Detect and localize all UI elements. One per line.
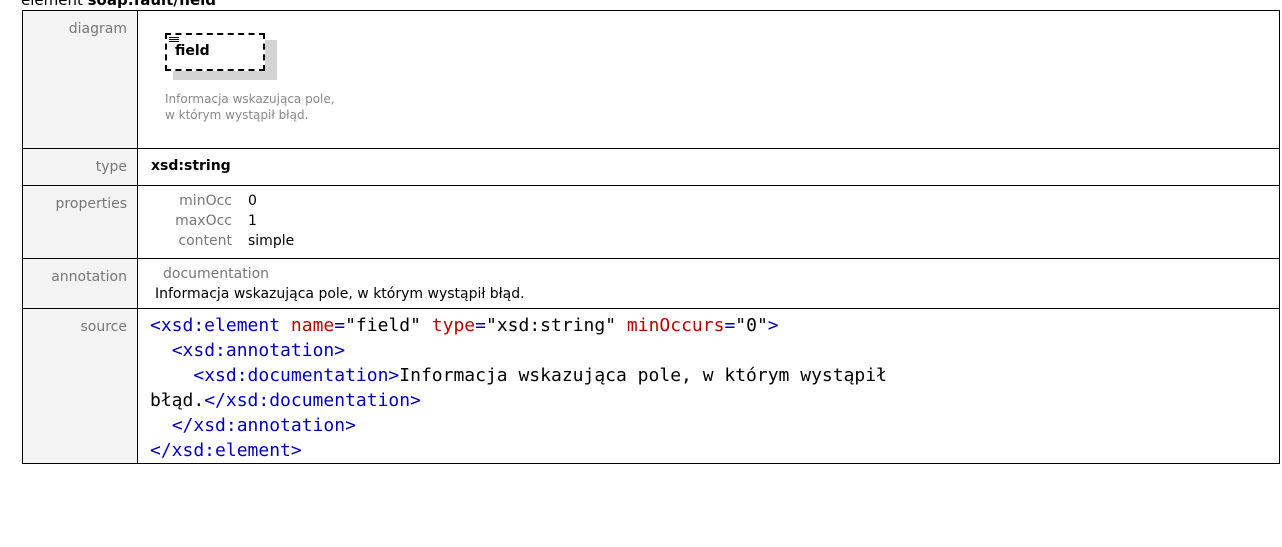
properties-list: minOcc 0 maxOcc 1 content simple xyxy=(138,186,1279,258)
annotation-heading: documentation xyxy=(163,266,270,282)
source-code: <xsd:element name="field" type="xsd:stri… xyxy=(150,315,887,461)
diagram-documentation: Informacja wskazująca pole, w którym wys… xyxy=(165,92,335,122)
diagram: field Informacja wskazująca pole, w któr… xyxy=(138,11,1279,148)
type-value: xsd:string xyxy=(137,148,1280,186)
element-doc-table: diagram field Informacja wskazująca pole… xyxy=(22,10,1280,464)
diagram-label: diagram xyxy=(22,10,138,149)
type-row: type xsd:string xyxy=(22,148,1280,186)
source-row: source <xsd:element name="field" type="x… xyxy=(22,308,1280,464)
properties-label: properties xyxy=(22,185,138,259)
page-heading: element soap:fault/field xyxy=(21,0,216,10)
heading-element-name: soap:fault/field xyxy=(87,0,217,9)
type-label: type xyxy=(22,148,138,186)
diagram-row: diagram field Informacja wskazująca pole… xyxy=(22,10,1280,149)
property-row: maxOcc 1 xyxy=(175,213,257,229)
element-diagram-box[interactable]: field xyxy=(165,33,277,80)
annotation-label: annotation xyxy=(22,258,138,309)
property-row: minOcc 0 xyxy=(179,193,257,209)
annotation-row: annotation documentation Informacja wska… xyxy=(22,258,1280,309)
annotation: documentation Informacja wskazująca pole… xyxy=(138,259,1279,308)
heading-prefix: element xyxy=(21,0,88,9)
source-label: source xyxy=(22,308,138,464)
property-row: content simple xyxy=(178,233,295,249)
diagram-element-name: field xyxy=(175,43,210,59)
properties-row: properties minOcc 0 maxOcc 1 content sim… xyxy=(22,185,1280,259)
annotation-text: Informacja wskazująca pole, w którym wys… xyxy=(155,286,525,302)
